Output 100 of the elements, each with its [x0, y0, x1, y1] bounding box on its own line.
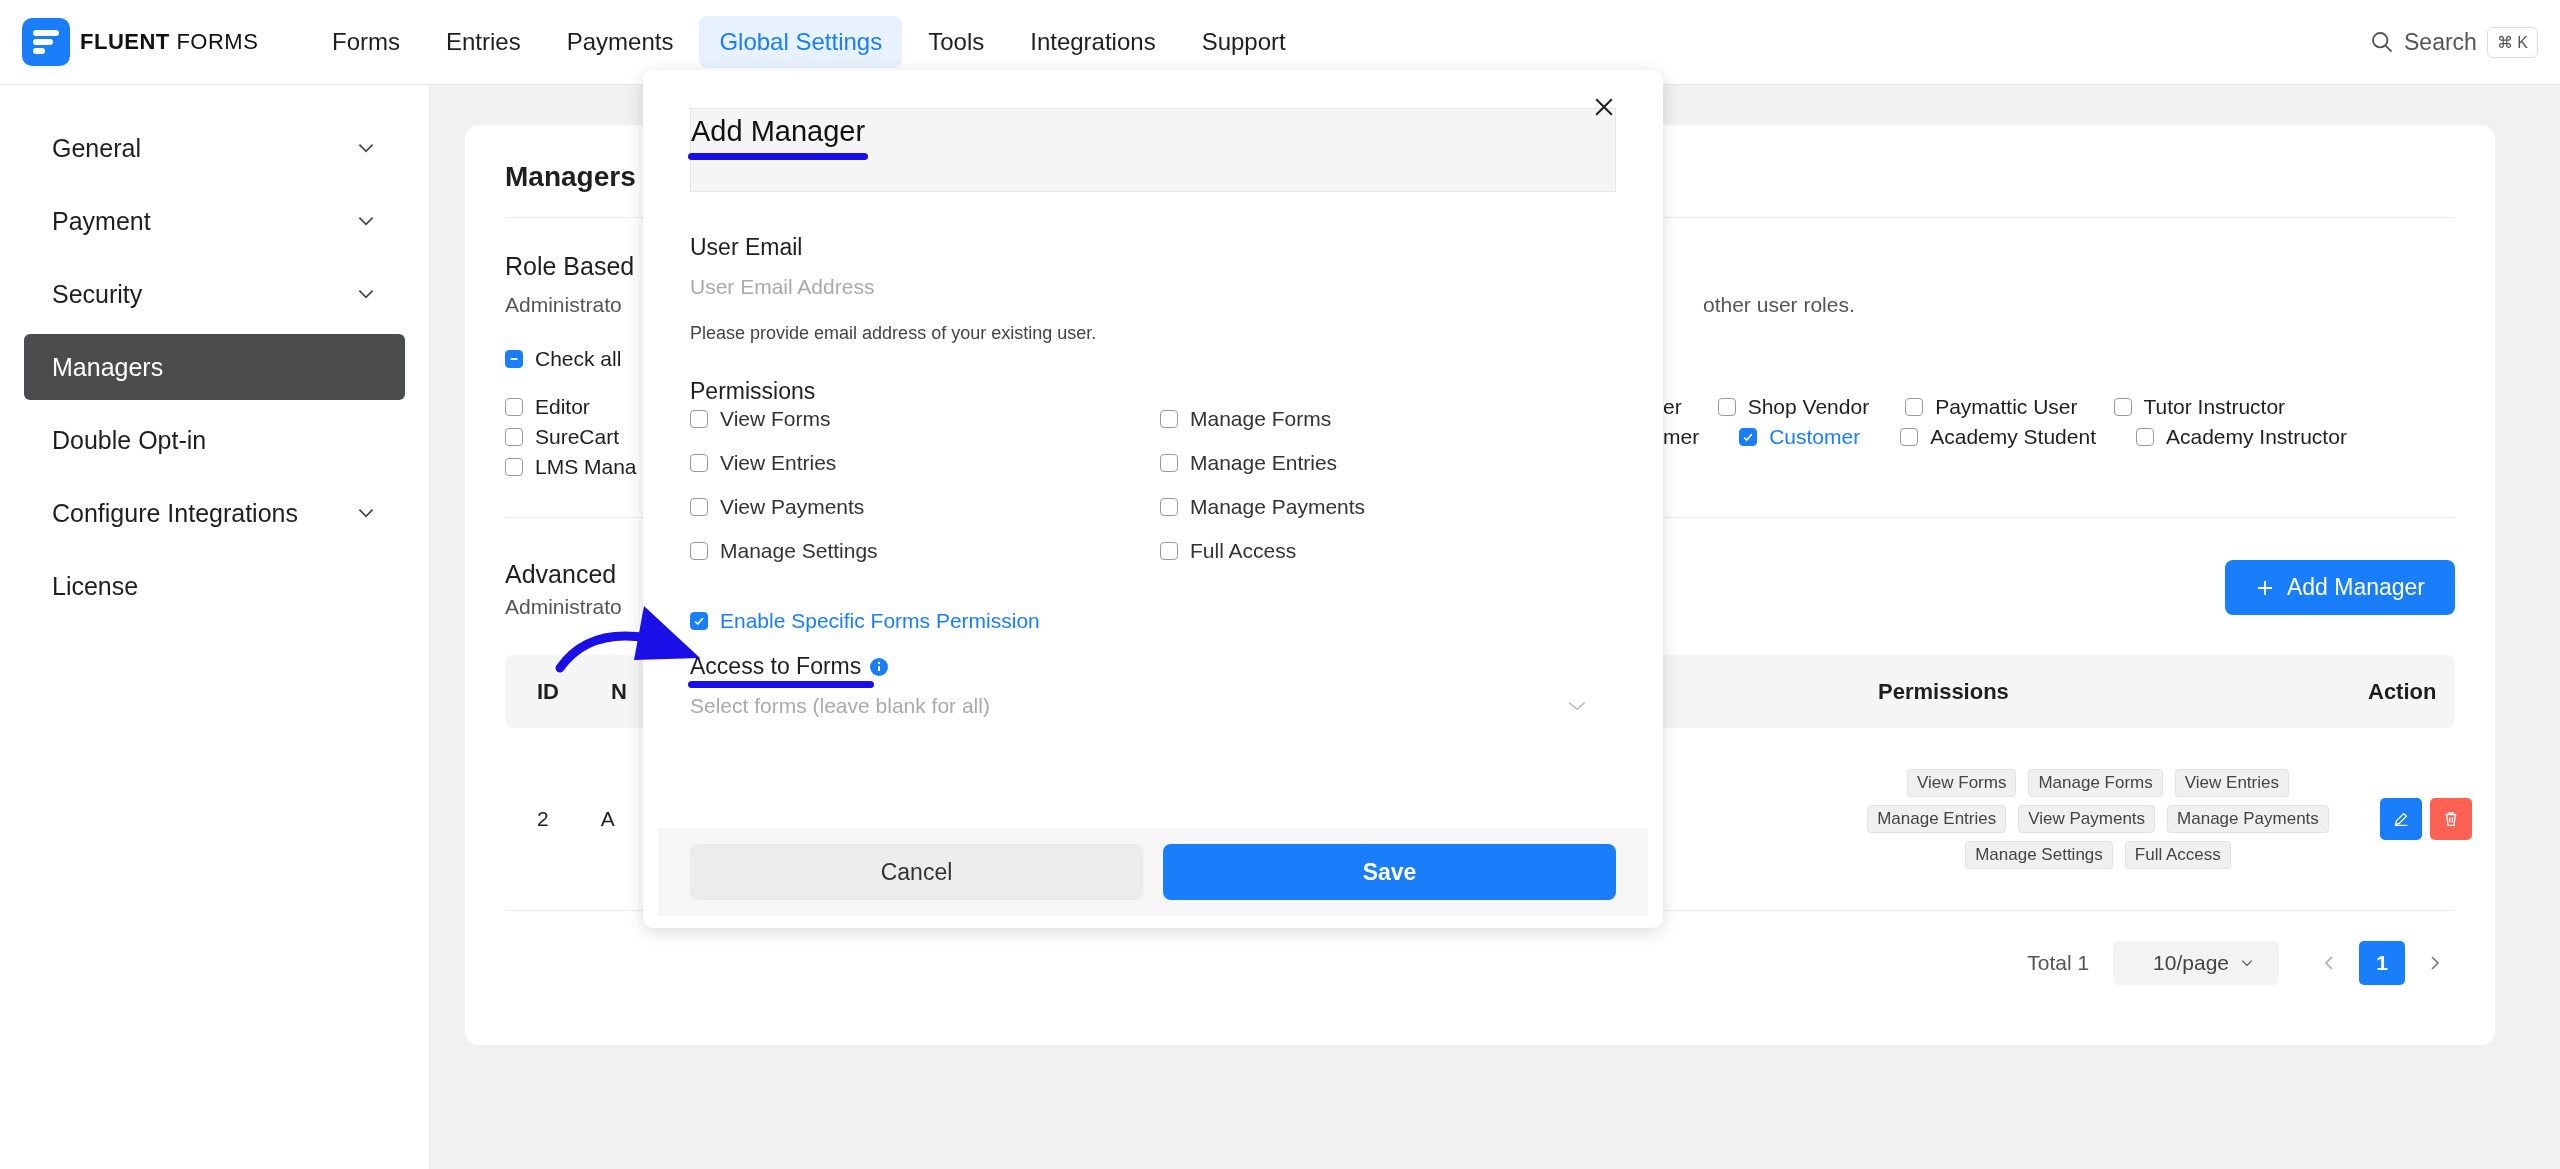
cancel-button[interactable]: Cancel [690, 844, 1143, 900]
section-subtitle: Role Based [505, 252, 635, 280]
checkbox[interactable] [2135, 428, 2154, 446]
section-subtitle: Advanced [505, 560, 618, 589]
checkbox[interactable] [2113, 398, 2132, 416]
checkbox-label: Full Access [1190, 539, 1297, 563]
checkbox-label: Shop Vendor [1747, 395, 1870, 419]
sidebar-item[interactable]: Security [24, 261, 405, 327]
checkbox[interactable] [690, 410, 708, 428]
checkbox[interactable] [505, 458, 523, 476]
select-placeholder: Select forms (leave blank for all) [690, 694, 990, 718]
checkbox[interactable] [1160, 410, 1178, 428]
checkbox-label: Academy Instructor [2165, 425, 2347, 449]
checkbox-label: Manage Payments [1190, 495, 1366, 519]
search-label[interactable]: Search [2404, 28, 2477, 56]
permission-tag: View Forms [1907, 769, 2017, 797]
sidebar-label: License [52, 571, 139, 601]
checkbox[interactable] [505, 350, 523, 368]
checkbox[interactable] [690, 498, 708, 516]
permission-tag: View Payments [2018, 805, 2156, 833]
help-text: Please provide email address of your existing user. [690, 323, 1098, 344]
nav-tab[interactable]: Payments [546, 16, 694, 68]
column-header: Permissions [1878, 678, 2010, 705]
section-title: Managers [505, 161, 636, 192]
checkbox-label: Manage Forms [1190, 407, 1332, 431]
sidebar-label: Payment [52, 206, 151, 236]
sidebar-item[interactable]: Configure Integrations [24, 480, 405, 546]
column-header: Action [2368, 678, 2438, 705]
table-cell: A [600, 807, 615, 831]
checkbox-label: Check all [535, 347, 622, 371]
page-size-select[interactable]: 10/page [2113, 941, 2279, 985]
checkbox-label: mer [1663, 425, 1700, 449]
checkbox[interactable] [690, 542, 708, 560]
section-description: other user roles. [1703, 293, 1855, 316]
checkbox[interactable] [1739, 428, 1758, 446]
save-button[interactable]: Save [1163, 844, 1616, 900]
checkbox-label: Editor [535, 395, 590, 419]
sidebar-label: Security [52, 279, 143, 309]
checkbox-label: View Entries [720, 451, 837, 475]
checkbox-label: Manage Entries [1190, 451, 1338, 475]
checkbox[interactable] [1900, 428, 1919, 446]
field-label: Access to Forms [690, 653, 862, 680]
nav-tab[interactable]: Integrations [1010, 16, 1176, 68]
add-manager-button[interactable]: Add Manager [2224, 560, 2455, 615]
sidebar-item[interactable]: Payment [24, 188, 405, 254]
checkbox-label: Paymattic User [1935, 395, 2078, 419]
pencil-icon [2392, 810, 2410, 828]
checkbox-label: Academy Student [1930, 425, 2096, 449]
column-header: N [611, 678, 627, 705]
checkbox-label: View Payments [720, 495, 865, 519]
nav-tab[interactable]: Entries [426, 16, 541, 68]
brand-name: FLUENT FORMS [80, 29, 259, 55]
info-icon [869, 656, 890, 677]
search-icon[interactable] [2370, 30, 2394, 54]
page-button[interactable]: 1 [2359, 941, 2405, 985]
nav-tab[interactable]: Support [1181, 16, 1306, 68]
permission-tag: Full Access [2124, 841, 2231, 869]
permission-tag: Manage Forms [2028, 769, 2163, 797]
checkbox[interactable] [1717, 398, 1736, 416]
permission-tag: View Entries [2174, 769, 2289, 797]
dialog-title: Add Manager [691, 115, 866, 147]
nav-tab[interactable]: Tools [908, 16, 1005, 68]
sidebar-item[interactable]: Double Opt-in [24, 407, 405, 473]
checkbox-label: SureCart [535, 425, 620, 449]
checkbox-label: Enable Specific Forms Permission [720, 609, 1040, 633]
table-cell: 2 [537, 807, 549, 831]
total-count: Total 1 [2027, 951, 2090, 975]
permission-tag: Manage Entries [1867, 805, 2007, 833]
logo-icon [22, 18, 70, 66]
checkbox[interactable] [505, 398, 523, 416]
permission-tag: Manage Settings [1965, 841, 2113, 869]
field-label: User Email [690, 234, 804, 261]
checkbox[interactable] [690, 612, 708, 630]
sidebar-label: General [52, 133, 141, 163]
checkbox[interactable] [690, 454, 708, 472]
sidebar-item[interactable]: General [24, 115, 405, 181]
sidebar-item[interactable]: Managers [24, 334, 405, 400]
permission-tag: Manage Payments [2167, 805, 2329, 833]
checkbox[interactable] [1160, 542, 1178, 560]
checkbox-label: er [1663, 395, 1682, 419]
sidebar-label: Configure Integrations [52, 498, 298, 528]
field-label: Permissions [690, 378, 817, 405]
checkbox-label: LMS Mana [535, 455, 637, 479]
checkbox-label: Manage Settings [720, 539, 878, 563]
column-header: ID [537, 678, 559, 705]
checkbox[interactable] [1160, 454, 1178, 472]
checkbox-label: Customer [1769, 425, 1861, 449]
checkbox[interactable] [1160, 498, 1178, 516]
shortcut-key: ⌘ K [2486, 26, 2538, 58]
delete-button[interactable] [2430, 798, 2472, 840]
checkbox[interactable] [1905, 398, 1924, 416]
edit-button[interactable] [2380, 798, 2422, 840]
sidebar-item[interactable]: License [24, 553, 405, 619]
checkbox-label: View Forms [720, 407, 831, 431]
section-description: Administrato [505, 595, 623, 619]
sidebar-label: Managers [52, 352, 164, 382]
nav-tab[interactable]: Forms [312, 16, 420, 68]
sidebar-label: Double Opt-in [52, 425, 207, 455]
section-description: Administrato [505, 293, 622, 316]
checkbox[interactable] [505, 428, 523, 446]
